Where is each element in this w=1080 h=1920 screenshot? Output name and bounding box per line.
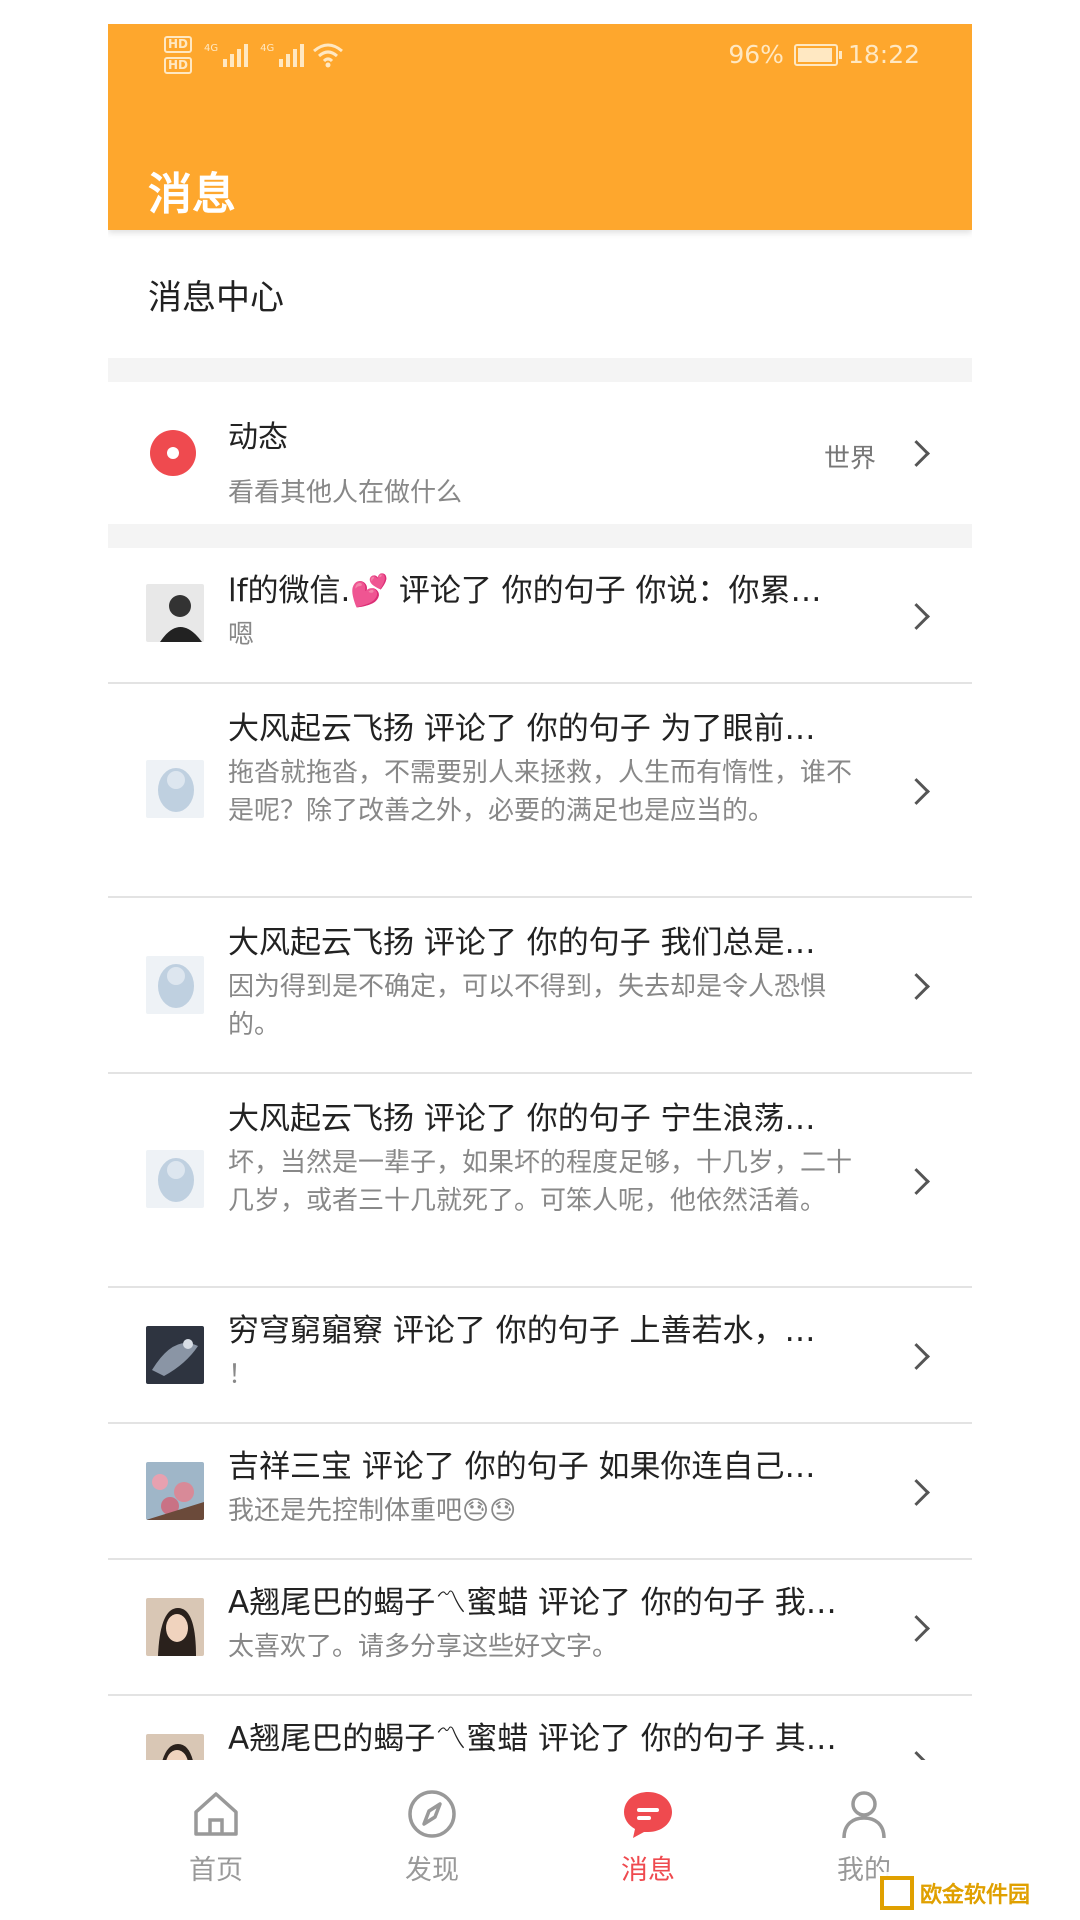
- message-title: 大风起云飞扬 评论了 你的句子 为了眼前…: [228, 711, 816, 747]
- message-title: A翘尾巴的蝎子〽蜜蜡 评论了 你的句子 我…: [228, 1585, 837, 1621]
- chevron-right-icon: [903, 973, 930, 1000]
- compass-icon: [408, 1790, 456, 1838]
- tab-discover[interactable]: 发现: [324, 1760, 540, 1920]
- watermark: 欧金软件园: [880, 1872, 1072, 1914]
- chevron-right-icon: [903, 1751, 930, 1760]
- message-title: 大风起云飞扬 评论了 你的句子 我们总是…: [228, 925, 816, 961]
- avatar: [146, 760, 204, 818]
- message-row[interactable]: 大风起云飞扬 评论了 你的句子 我们总是… 因为得到是不确定，可以不得到，失去却…: [108, 898, 972, 1074]
- user-icon: [842, 1791, 886, 1839]
- message-title: 大风起云飞扬 评论了 你的句子 宁生浪荡…: [228, 1101, 816, 1137]
- signal-icon-2: 4G: [260, 43, 305, 67]
- message-row[interactable]: A翘尾巴的蝎子〽蜜蜡 评论了 你的句子 其…: [108, 1696, 972, 1760]
- tab-label: 首页: [189, 1855, 243, 1886]
- page-title: 消息: [148, 169, 236, 220]
- section-title: 消息中心: [108, 230, 972, 358]
- feed-subtitle: 看看其他人在做什么: [228, 478, 463, 508]
- feed-row[interactable]: 动态 看看其他人在做什么 世界: [108, 382, 972, 524]
- message-title: lf的微信.💕 评论了 你的句子 你说：你累…: [228, 573, 822, 609]
- tab-home[interactable]: 首页: [108, 1760, 324, 1920]
- message-title: 穷穹窮竆竂 评论了 你的句子 上善若水，…: [228, 1313, 816, 1349]
- chevron-right-icon: [903, 778, 930, 805]
- message-row[interactable]: A翘尾巴的蝎子〽蜜蜡 评论了 你的句子 我… 太喜欢了。请多分享这些好文字。: [108, 1560, 972, 1696]
- message-title: 吉祥三宝 评论了 你的句子 如果你连自己…: [228, 1449, 816, 1485]
- tab-messages[interactable]: 消息: [540, 1760, 756, 1920]
- avatar: [146, 1734, 204, 1760]
- message-row[interactable]: 大风起云飞扬 评论了 你的句子 为了眼前… 拖沓就拖沓，不需要别人来拯救，人生而…: [108, 684, 972, 898]
- message-list-scroll[interactable]: 消息中心 动态 看看其他人在做什么 世界 lf的微信.💕 评论了 你的句子 你说…: [108, 230, 972, 1760]
- message-text: ！: [228, 1360, 255, 1390]
- avatar: [146, 956, 204, 1014]
- avatar: [146, 1326, 204, 1384]
- chevron-right-icon: [903, 440, 930, 467]
- chevron-right-icon: [903, 603, 930, 630]
- message-row[interactable]: 吉祥三宝 评论了 你的句子 如果你连自己… 我还是先控制体重吧😓😓: [108, 1424, 972, 1560]
- message-title: A翘尾巴的蝎子〽蜜蜡 评论了 你的句子 其…: [228, 1721, 837, 1757]
- status-bar: HD HD 4G 4G 96% 18:22: [108, 24, 972, 88]
- divider: [108, 524, 972, 548]
- feed-scope-label: 世界: [823, 444, 876, 474]
- watermark-text: 欧金软件园: [920, 1883, 1031, 1908]
- avatar: [146, 1462, 204, 1520]
- message-text: 因为得到是不确定，可以不得到，失去却是令人恐惧的。: [228, 972, 827, 1040]
- hd-icon: HD HD: [164, 36, 193, 74]
- chevron-right-icon: [903, 1168, 930, 1195]
- chevron-right-icon: [903, 1615, 930, 1642]
- clock: 18:22: [847, 40, 920, 69]
- avatar: [146, 1150, 204, 1208]
- avatar: [146, 1598, 204, 1656]
- bottom-tab-bar: 首页 发现 消息 我的: [108, 1760, 972, 1920]
- tab-label: 发现: [405, 1855, 459, 1886]
- chevron-right-icon: [903, 1343, 930, 1370]
- message-text: 嗯: [228, 620, 255, 650]
- message-row[interactable]: lf的微信.💕 评论了 你的句子 你说：你累… 嗯: [108, 548, 972, 684]
- app-screen: HD HD 4G 4G 96% 18:22 消息 消息中心 动态 看看其他人在做什…: [108, 24, 972, 1920]
- watermark-logo-icon: [880, 1876, 914, 1910]
- message-text: 太喜欢了。请多分享这些好文字。: [228, 1632, 619, 1662]
- signal-icon: 4G: [204, 43, 249, 67]
- message-text: 我还是先控制体重吧😓😓: [228, 1496, 517, 1526]
- chat-bubble-icon: [624, 1792, 672, 1838]
- message-text: 坏，当然是一辈子，如果坏的程度足够，十几岁，二十几岁，或者三十几就死了。可笨人呢…: [228, 1148, 853, 1216]
- feed-title: 动态: [228, 420, 288, 455]
- app-header: HD HD 4G 4G 96% 18:22 消息: [108, 24, 972, 230]
- message-row[interactable]: 穷穹窮竆竂 评论了 你的句子 上善若水，… ！: [108, 1288, 972, 1424]
- avatar: [146, 584, 204, 642]
- feed-dot-icon: [150, 430, 196, 476]
- chevron-right-icon: [903, 1479, 930, 1506]
- message-row[interactable]: 大风起云飞扬 评论了 你的句子 宁生浪荡… 坏，当然是一辈子，如果坏的程度足够，…: [108, 1074, 972, 1288]
- divider: [108, 358, 972, 382]
- battery-icon: [793, 43, 842, 66]
- tab-label: 消息: [621, 1855, 675, 1886]
- battery-percent: 96%: [728, 40, 784, 69]
- message-text: 拖沓就拖沓，不需要别人来拯救，人生而有惰性，谁不是呢？除了改善之外，必要的满足也…: [228, 758, 853, 826]
- wifi-icon: [313, 43, 344, 68]
- home-icon: [194, 1792, 238, 1836]
